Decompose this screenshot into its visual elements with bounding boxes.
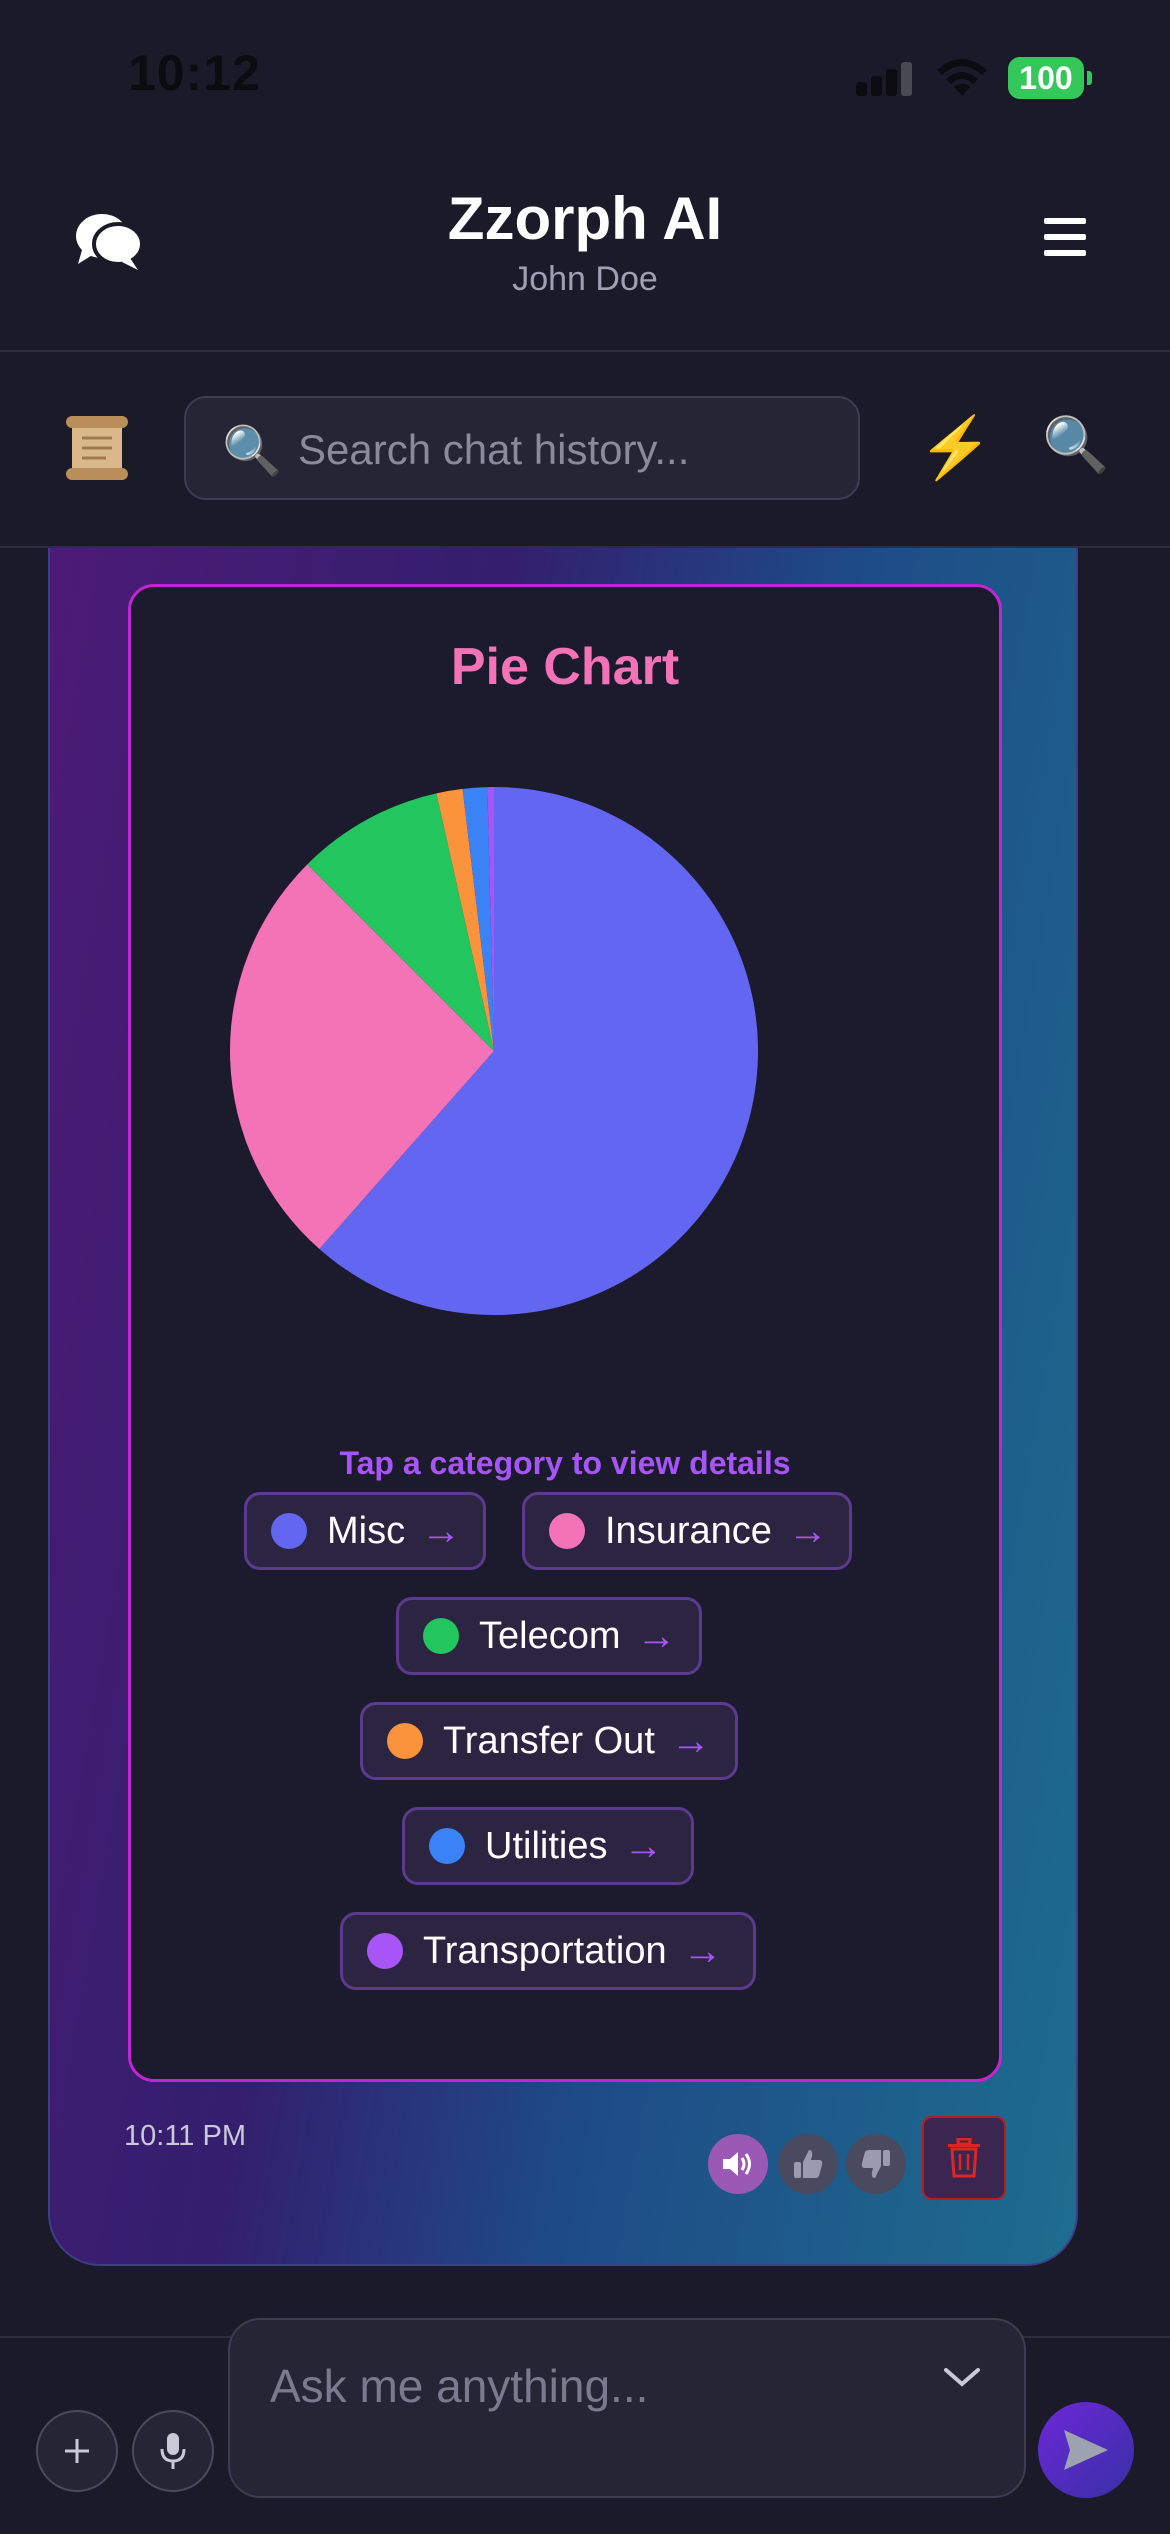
legend-hint: Tap a category to view details [339, 1445, 791, 1481]
speaker-button[interactable] [708, 2134, 768, 2194]
legend-dot [271, 1513, 307, 1549]
thumbs-up-button[interactable] [778, 2134, 838, 2194]
search-box[interactable]: 🔍 [184, 396, 860, 500]
legend-label: Telecom [479, 1614, 621, 1657]
status-bar: 10:12 100 [0, 0, 1170, 150]
add-attachment-button[interactable] [36, 2410, 118, 2492]
lightning-bolt-icon[interactable]: ⚡ [918, 412, 993, 483]
send-icon [1064, 2430, 1108, 2470]
user-name: John Doe [512, 260, 658, 298]
arrow-right-icon: → [787, 1508, 828, 1553]
plus-icon [65, 2439, 89, 2463]
legend-label: Transfer Out [443, 1719, 655, 1762]
search-input[interactable] [296, 420, 840, 480]
thumbs-down-button[interactable] [846, 2134, 906, 2194]
thumbs-down-icon [861, 2150, 890, 2178]
arrow-right-icon: → [682, 1928, 723, 1973]
pie-chart[interactable] [131, 787, 999, 1387]
legend-label: Misc [327, 1509, 406, 1552]
wifi-icon [937, 59, 987, 96]
app-header: Zzorph AI John Doe [0, 150, 1170, 352]
legend-item-insurance[interactable]: Insurance → [522, 1492, 852, 1570]
chart-title: Pie Chart [450, 638, 680, 696]
legend-item-transportation[interactable]: Transportation → [340, 1912, 756, 1990]
app-title: Zzorph AI [447, 185, 723, 252]
trash-icon [948, 2138, 980, 2178]
legend-dot [367, 1933, 403, 1969]
message-input[interactable] [268, 2350, 912, 2422]
chevron-down-icon[interactable] [940, 2362, 984, 2392]
microphone-button[interactable] [132, 2410, 214, 2492]
scroll-icon[interactable] [62, 412, 132, 484]
legend-label: Utilities [485, 1824, 608, 1867]
legend-label: Transportation [423, 1929, 667, 1972]
arrow-right-icon: → [421, 1508, 462, 1553]
legend-dot [429, 1828, 465, 1864]
legend-dot [387, 1723, 423, 1759]
search-toolbar: 🔍 ⚡ 🔍 [0, 352, 1170, 548]
battery-icon: 100 [1008, 57, 1092, 99]
legend-dot [549, 1513, 585, 1549]
search-icon: 🔍 [222, 425, 282, 478]
arrow-right-icon: → [670, 1718, 711, 1763]
send-button[interactable] [1038, 2402, 1134, 2498]
chart-card: Pie Chart Tap a category to view details… [128, 584, 1002, 2082]
arrow-right-icon: → [623, 1823, 664, 1868]
delete-button[interactable] [922, 2116, 1006, 2200]
composer-bar [0, 2318, 1170, 2534]
legend-item-misc[interactable]: Misc → [244, 1492, 486, 1570]
legend-dot [423, 1618, 459, 1654]
message-input-box[interactable] [228, 2318, 1026, 2498]
speaker-icon [723, 2152, 751, 2176]
legend-item-transfer-out[interactable]: Transfer Out → [360, 1702, 738, 1780]
legend-item-telecom[interactable]: Telecom → [396, 1597, 702, 1675]
microphone-icon [160, 2433, 186, 2469]
legend-item-utilities[interactable]: Utilities → [402, 1807, 694, 1885]
arrow-right-icon: → [636, 1613, 677, 1658]
message-timestamp: 10:11 PM [124, 2120, 246, 2152]
ai-message-bubble: Pie Chart Tap a category to view details… [48, 548, 1078, 2266]
cellular-signal-icon [856, 62, 914, 96]
legend-label: Insurance [605, 1509, 772, 1552]
battery-level: 100 [1019, 60, 1073, 96]
search-button-icon[interactable]: 🔍 [1042, 414, 1109, 477]
status-time: 10:12 [128, 45, 261, 101]
hamburger-menu-icon[interactable] [1038, 212, 1090, 264]
thumbs-up-icon [794, 2150, 823, 2178]
